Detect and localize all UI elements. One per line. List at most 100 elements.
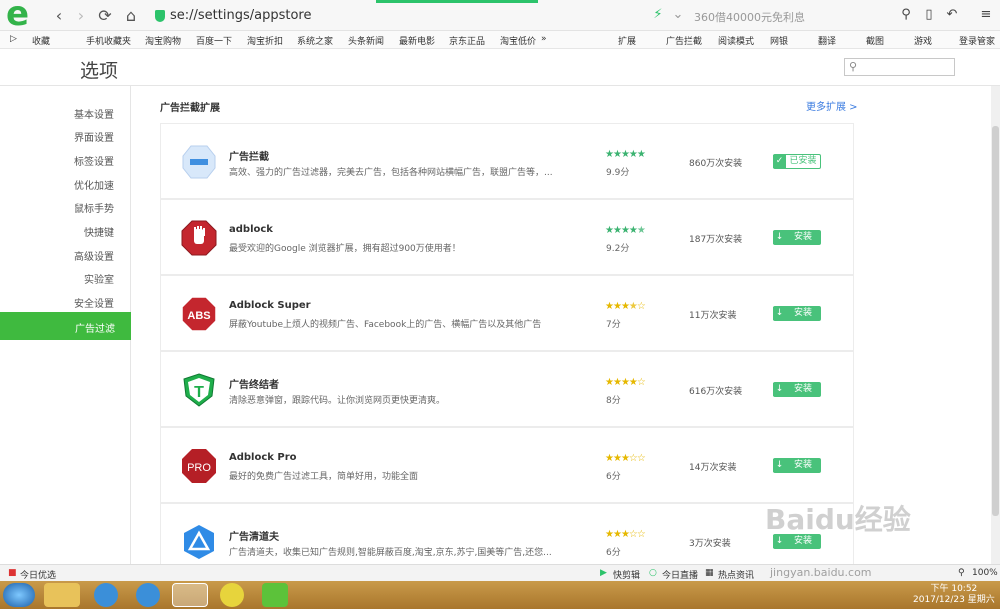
star-icon: ★	[612, 149, 622, 160]
lightning-icon[interactable]: ⚡	[650, 7, 666, 23]
sidebar-item-speedup[interactable]: 优化加速	[74, 177, 114, 192]
menu-icon[interactable]: ≡	[978, 7, 994, 23]
status-item[interactable]: 今日直播	[662, 568, 698, 581]
search-icon: ⚲	[849, 60, 858, 73]
extension-name[interactable]: adblock	[229, 224, 273, 235]
sidebar-item-basic[interactable]: 基本设置	[74, 106, 114, 121]
bookmark-item[interactable]: 淘宝购物	[145, 34, 181, 47]
bookmark-item[interactable]: 游戏	[914, 34, 932, 47]
forward-button[interactable]: ›	[72, 7, 90, 25]
sidebar-item-security[interactable]: 安全设置	[74, 295, 114, 310]
bookmark-item[interactable]: 登录管家	[959, 34, 995, 47]
install-button[interactable]: ↓ 安装	[773, 306, 821, 321]
install-count: 616万次安装	[689, 387, 743, 397]
extension-description: 最受欢迎的Google 浏览器扩展，拥有超过900万使用者！	[229, 244, 461, 254]
app-task-icon[interactable]	[220, 583, 244, 607]
rating-stars: ★★★★☆	[605, 377, 646, 388]
refresh-button[interactable]: ⟳	[96, 7, 114, 25]
star-icon: ★	[605, 529, 614, 540]
iqiyi-icon[interactable]	[262, 583, 288, 607]
extension-card[interactable]: PRO Adblock Pro 最好的免费广告过滤工具，简单好用，功能全面 ★★★☆☆…	[160, 427, 854, 503]
star-icon: ☆	[628, 453, 638, 464]
status-item[interactable]: 热点资讯	[718, 568, 754, 581]
bookmark-item[interactable]: 网银	[770, 34, 788, 47]
extension-card[interactable]: 广告拦截 高效、强力的广告过滤器，完美去广告，包括各种网站横幅广告，联盟广告等，.…	[160, 123, 854, 199]
system-clock[interactable]: 下午 10:52 2017/12/23 星期六	[913, 584, 995, 606]
extension-card[interactable]: ABS Adblock Super 屏蔽Youtube上烦人的视频广告、Facebo…	[160, 275, 854, 351]
extension-name[interactable]: Adblock Super	[229, 300, 311, 311]
star-icon: ★	[612, 301, 622, 312]
sidebar-item-lab[interactable]: 实验室	[84, 271, 114, 286]
sidebar-item-shortcuts[interactable]: 快捷键	[84, 224, 114, 239]
bookmark-item[interactable]: 手机收藏夹	[86, 34, 131, 47]
installed-button[interactable]: ✓ 已安装	[773, 154, 821, 169]
home-button[interactable]: ⌂	[122, 7, 140, 25]
install-button[interactable]: ↓ 安装	[773, 382, 821, 397]
bookmark-item[interactable]: 收藏	[32, 34, 50, 47]
bookmark-item[interactable]: 阅读模式	[718, 34, 754, 47]
start-button[interactable]	[3, 583, 35, 607]
bookmarks-bar: ▷ 收藏 手机收藏夹 淘宝购物 百度一下 淘宝折扣 系统之家 头条新闻 最新电影…	[0, 31, 1000, 49]
bookmark-item[interactable]: 翻译	[818, 34, 836, 47]
browser-logo[interactable]: e	[6, 0, 44, 32]
explorer-icon[interactable]	[44, 583, 80, 607]
clock-period: 下午	[930, 584, 949, 594]
ie-alt-icon[interactable]	[136, 583, 160, 607]
extension-name[interactable]: Adblock Pro	[229, 452, 297, 463]
search-icon[interactable]: ⚲	[898, 7, 914, 23]
bookmark-overflow[interactable]: »	[541, 34, 547, 44]
sidebar-item-tabs[interactable]: 标签设置	[74, 153, 114, 168]
sidebar-item-ui[interactable]: 界面设置	[74, 129, 114, 144]
rating-score: 6分	[606, 472, 621, 482]
extension-card[interactable]: adblock 最受欢迎的Google 浏览器扩展，拥有超过900万使用者！ ★★★…	[160, 199, 854, 275]
bookmark-item[interactable]: 头条新闻	[348, 34, 384, 47]
install-button[interactable]: ↓ 安装	[773, 458, 821, 473]
bookmark-item[interactable]: 淘宝折扣	[247, 34, 283, 47]
chevron-down-icon[interactable]: ⌄	[670, 7, 686, 23]
status-item[interactable]: 快剪辑	[613, 568, 640, 581]
extension-name[interactable]: 广告清道夫	[229, 528, 279, 543]
bookmark-item[interactable]: 京东正品	[449, 34, 485, 47]
install-count: 860万次安装	[689, 159, 743, 169]
minus-badge-icon	[181, 144, 217, 180]
bookmark-item[interactable]: 百度一下	[196, 34, 232, 47]
zoom-level[interactable]: 100%	[972, 568, 998, 578]
zoom-icon: ⚲	[958, 568, 965, 578]
search-input[interactable]: 360借40000元免利息	[694, 9, 805, 25]
sidebar-item-gestures[interactable]: 鼠标手势	[74, 200, 114, 215]
undo-icon[interactable]: ↶	[944, 7, 960, 23]
bookmark-item[interactable]: 系统之家	[297, 34, 333, 47]
sidebar-toggle-icon[interactable]: ▷	[10, 34, 17, 44]
check-icon: ✓	[773, 155, 786, 168]
sidebar-item-advanced[interactable]: 高级设置	[74, 248, 114, 263]
phone-icon[interactable]: ▯	[921, 7, 937, 23]
ie-icon[interactable]	[94, 583, 118, 607]
svg-text:PRO: PRO	[187, 462, 211, 474]
bookmark-item[interactable]: 最新电影	[399, 34, 435, 47]
star-icon: ★	[620, 225, 630, 236]
rating-score: 9.9分	[606, 168, 630, 178]
address-bar[interactable]: se://settings/appstore	[150, 6, 645, 26]
browser-task-icon[interactable]	[172, 583, 208, 607]
scrollbar-thumb[interactable]	[992, 126, 999, 516]
extension-card[interactable]: T 广告终结者 清除恶意弹窗，跟踪代码。让你浏览网页更快更清爽。 ★★★★☆ 8分 616…	[160, 351, 854, 427]
bookmark-item[interactable]: 淘宝低价	[500, 34, 536, 47]
address-text[interactable]: se://settings/appstore	[170, 8, 311, 23]
button-label: 已安装	[789, 156, 817, 166]
bookmark-item[interactable]: 截图	[866, 34, 884, 47]
star-icon: ★	[628, 301, 638, 312]
status-left-link[interactable]: 今日优选	[20, 568, 56, 581]
back-button[interactable]: ‹	[50, 7, 68, 25]
bookmark-item[interactable]: 扩展	[618, 34, 636, 47]
search-box[interactable]: 360借40000元免利息	[688, 6, 918, 26]
settings-search-input[interactable]: ⚲	[844, 58, 955, 76]
more-extensions-link[interactable]: 更多扩展 >	[806, 98, 858, 113]
settings-page: 选项 ⚲ 基本设置 界面设置 标签设置 优化加速 鼠标手势 快捷键 高级设置 实…	[0, 49, 1000, 579]
install-count: 14万次安装	[689, 463, 737, 473]
scrollbar[interactable]	[991, 86, 1000, 564]
extension-name[interactable]: 广告终结者	[229, 376, 279, 391]
install-button[interactable]: ↓ 安装	[773, 230, 821, 245]
bookmark-item[interactable]: 广告拦截	[666, 34, 702, 47]
sidebar-item-adfilter[interactable]: 广告过滤	[0, 312, 131, 340]
extension-name[interactable]: 广告拦截	[229, 148, 269, 163]
